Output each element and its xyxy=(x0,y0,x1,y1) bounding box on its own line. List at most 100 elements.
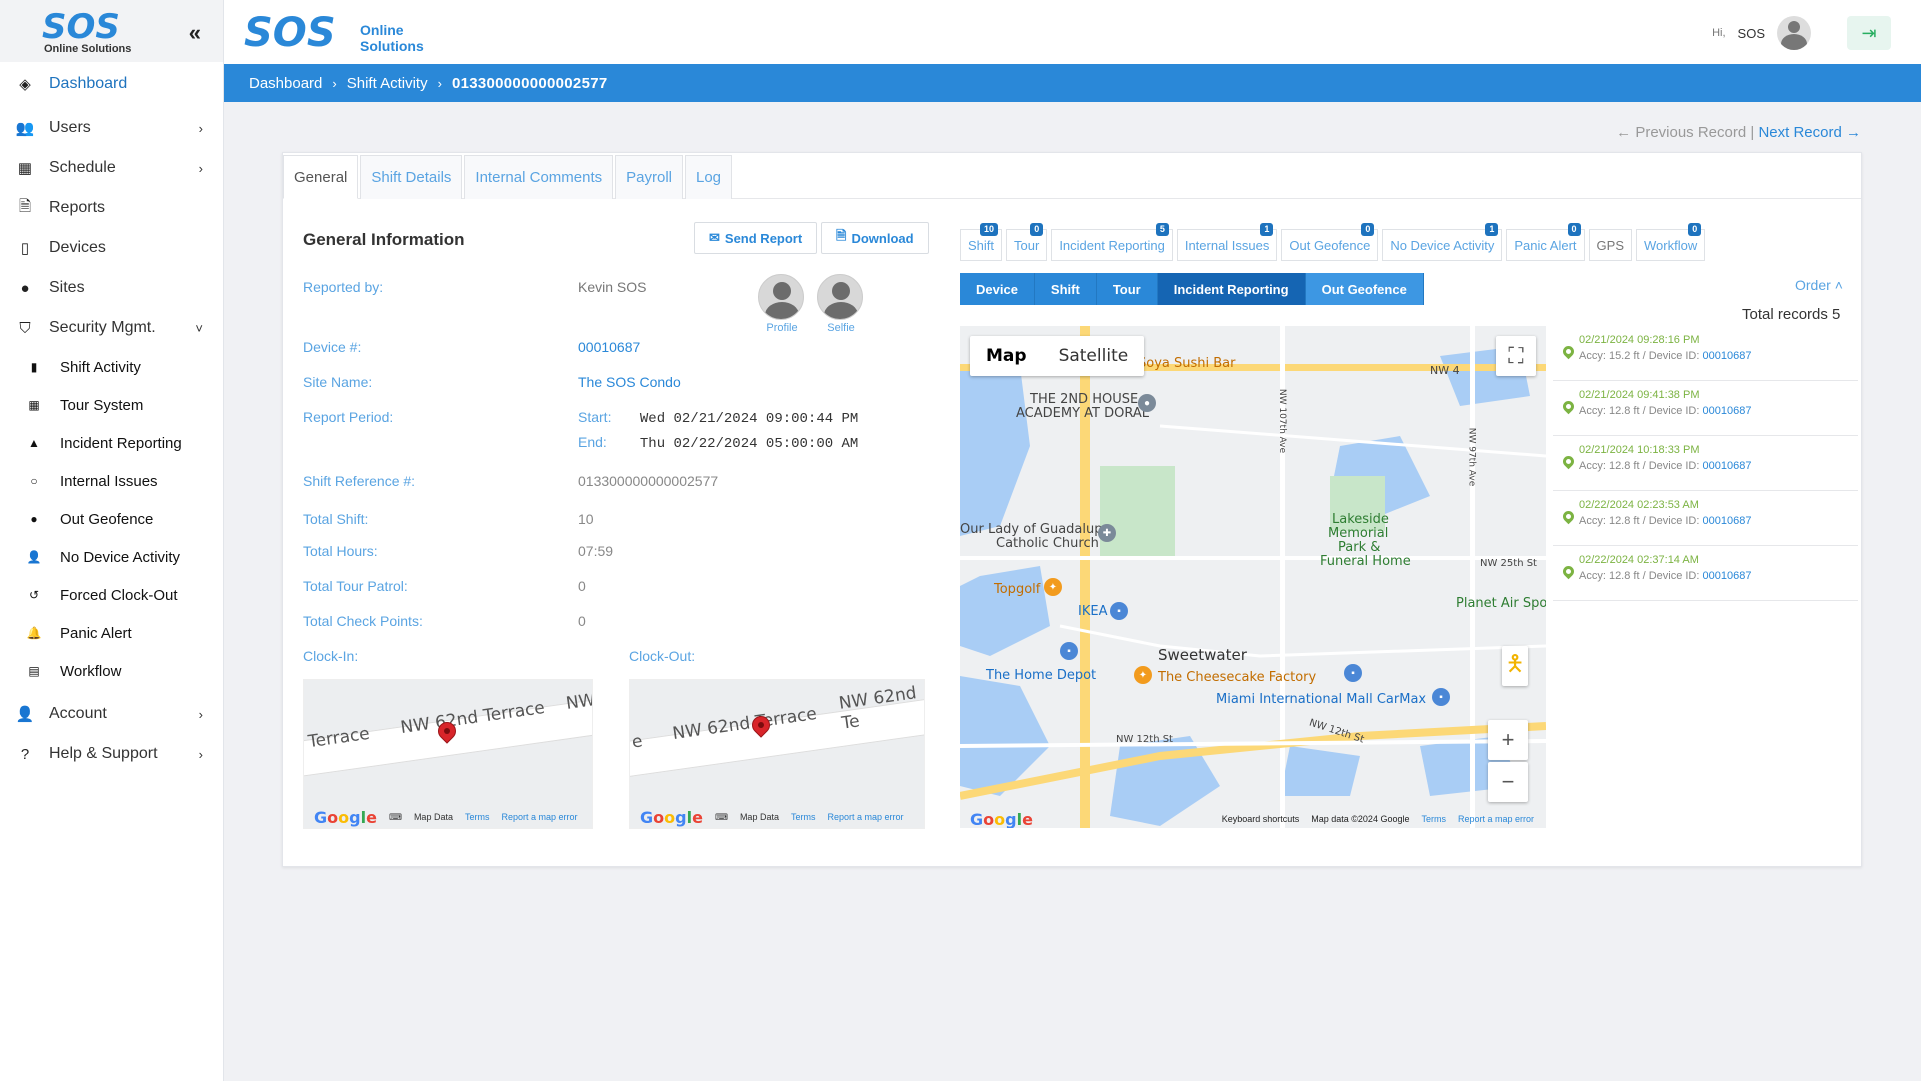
clock-out-map[interactable]: e NW 62nd Terrace NW 62nd Te Google ⌨ Ma… xyxy=(629,679,925,829)
record-accuracy: Accy: 12.8 ft / Device ID: xyxy=(1579,460,1700,472)
incident-map[interactable]: Map Satellite ⛶ 🯅 + − Soya Sushi Bar NW … xyxy=(960,326,1546,828)
logout-button[interactable]: ⇥ xyxy=(1847,16,1891,50)
filter-workflow[interactable]: Workflow 0 xyxy=(1636,223,1706,261)
device-value[interactable]: 00010687 xyxy=(578,339,640,355)
record-device-link[interactable]: 00010687 xyxy=(1703,405,1752,417)
tab-payroll[interactable]: Payroll xyxy=(615,155,683,199)
list-item[interactable]: 02/21/2024 10:18:33 PM Accy: 12.8 ft / D… xyxy=(1553,436,1858,491)
sidebar-item-dashboard[interactable]: ◈ Dashboard xyxy=(0,64,223,104)
sidebar-item-sites[interactable]: ● Sites xyxy=(0,268,223,308)
clock-in-map[interactable]: Terrace NW 62nd Terrace NW Google ⌨ Map … xyxy=(303,679,593,829)
sidebar-subitem-internal-issues[interactable]: ○ Internal Issues xyxy=(0,462,223,500)
arrow-right-icon[interactable]: → xyxy=(1846,124,1861,141)
record-device-link[interactable]: 00010687 xyxy=(1703,460,1752,472)
fullscreen-button[interactable]: ⛶ xyxy=(1496,336,1536,376)
filter-incident-reporting[interactable]: Incident Reporting 5 xyxy=(1051,223,1173,261)
selfie-photo[interactable]: Selfie xyxy=(817,274,865,334)
map-poi-icon: ▪ xyxy=(1110,602,1128,620)
filter-internal-issues[interactable]: Internal Issues 1 xyxy=(1176,223,1278,261)
terms-link[interactable]: Terms xyxy=(465,812,490,822)
report-map-error-link[interactable]: Report a map error xyxy=(1458,814,1546,824)
filter-gps[interactable]: GPS xyxy=(1588,229,1632,261)
breadcrumb-dashboard[interactable]: Dashboard xyxy=(249,75,322,92)
tab-shift-details[interactable]: Shift Details xyxy=(360,155,463,199)
svg-text:SOS: SOS xyxy=(244,10,336,54)
end-label: End: xyxy=(578,434,607,450)
sidebar-subitem-tour-system[interactable]: ▦ Tour System xyxy=(0,386,223,424)
sidebar-subitem-out-geofence[interactable]: ● Out Geofence xyxy=(0,500,223,538)
breadcrumb-current: 013300000000002577 xyxy=(451,74,608,92)
map-type-map-button[interactable]: Map xyxy=(970,336,1043,376)
sidebar-item-schedule[interactable]: ▦ Schedule › xyxy=(0,148,223,188)
sidebar-subitem-panic-alert[interactable]: 🔔 Panic Alert xyxy=(0,614,223,652)
sidebar-item-security-mgmt[interactable]: ⛉ Security Mgmt. ˅ xyxy=(0,308,223,348)
zoom-out-button[interactable]: − xyxy=(1488,762,1528,802)
report-map-error-link[interactable]: Report a map error xyxy=(827,812,903,822)
sidebar-item-users[interactable]: 👥 Users › xyxy=(0,108,223,148)
svg-text:Online: Online xyxy=(360,22,404,38)
sidebar-item-help-support[interactable]: ? Help & Support › xyxy=(0,734,223,774)
header-logo[interactable]: SOS Online Solutions xyxy=(244,10,444,54)
profile-photo[interactable]: Profile xyxy=(758,274,806,334)
list-item[interactable]: 02/22/2024 02:23:53 AM Accy: 12.8 ft / D… xyxy=(1553,491,1858,546)
record-device-link[interactable]: 00010687 xyxy=(1703,350,1752,362)
keyboard-shortcuts-link[interactable]: Keyboard shortcuts xyxy=(1222,814,1300,824)
bell-icon: 🔔 xyxy=(26,626,42,640)
sidebar-item-label: Help & Support xyxy=(49,745,158,762)
map-label: Memorial xyxy=(1328,526,1389,541)
layer-device[interactable]: Device xyxy=(960,273,1035,305)
order-sort-toggle[interactable]: Order ˄ xyxy=(1795,277,1843,293)
sidebar-subitem-label: Out Geofence xyxy=(60,510,154,528)
collapse-sidebar-button[interactable]: « xyxy=(189,20,201,46)
zoom-in-button[interactable]: + xyxy=(1488,720,1528,760)
download-button[interactable]: 🗎 Download xyxy=(821,222,929,254)
sidebar-item-account[interactable]: 👤 Account › xyxy=(0,694,223,734)
list-item[interactable]: 02/21/2024 09:41:38 PM Accy: 12.8 ft / D… xyxy=(1553,381,1858,436)
record-date: 02/22/2024 02:23:53 AM xyxy=(1579,499,1699,511)
terms-link[interactable]: Terms xyxy=(791,812,816,822)
comment-icon: ○ xyxy=(30,474,38,488)
record-device-link[interactable]: 00010687 xyxy=(1703,570,1752,582)
chevron-right-icon: › xyxy=(198,120,203,136)
previous-record-link[interactable]: Previous Record xyxy=(1635,124,1746,141)
tab-general[interactable]: General xyxy=(283,155,359,199)
sidebar-subitem-no-device-activity[interactable]: 👤 No Device Activity xyxy=(0,538,223,576)
record-accuracy: Accy: 12.8 ft / Device ID: xyxy=(1579,405,1700,417)
tab-internal-comments[interactable]: Internal Comments xyxy=(464,155,614,199)
next-record-link[interactable]: Next Record xyxy=(1758,124,1841,141)
layer-incident-reporting[interactable]: Incident Reporting xyxy=(1157,273,1306,305)
svg-text:Online Solutions: Online Solutions xyxy=(44,43,131,54)
breadcrumb-shift-activity[interactable]: Shift Activity xyxy=(347,75,428,92)
layer-tour[interactable]: Tour xyxy=(1096,273,1158,305)
terms-link[interactable]: Terms xyxy=(1421,814,1446,824)
sidebar-subitem-forced-clock-out[interactable]: ↺ Forced Clock-Out xyxy=(0,576,223,614)
report-map-error-link[interactable]: Report a map error xyxy=(501,812,577,822)
tab-log[interactable]: Log xyxy=(685,155,733,199)
sidebar-item-reports[interactable]: 🗎 Reports xyxy=(0,188,223,228)
filter-shift[interactable]: Shift 10 xyxy=(960,223,1003,261)
layer-out-geofence[interactable]: Out Geofence xyxy=(1305,273,1424,305)
location-pin-icon xyxy=(1560,398,1577,415)
layer-shift[interactable]: Shift xyxy=(1034,273,1097,305)
history-icon: ↺ xyxy=(28,588,40,602)
map-footer: Google ⌨ Map Data Terms Report a map err… xyxy=(630,806,924,828)
record-device-link[interactable]: 00010687 xyxy=(1703,515,1752,527)
list-item[interactable]: 02/21/2024 09:28:16 PM Accy: 15.2 ft / D… xyxy=(1553,326,1858,381)
sidebar-subitem-workflow[interactable]: ▤ Workflow xyxy=(0,652,223,690)
sidebar-subitem-incident-reporting[interactable]: ▲ Incident Reporting xyxy=(0,424,223,462)
street-view-pegman[interactable]: 🯅 xyxy=(1502,646,1528,686)
filter-tour[interactable]: Tour 0 xyxy=(1006,223,1048,261)
map-label: Park & xyxy=(1338,540,1381,555)
filter-out-geofence[interactable]: Out Geofence 0 xyxy=(1281,223,1379,261)
sidebar-subitem-shift-activity[interactable]: ▮ Shift Activity xyxy=(0,348,223,386)
map-type-satellite-button[interactable]: Satellite xyxy=(1043,336,1145,376)
sidebar-item-devices[interactable]: ▯ Devices xyxy=(0,228,223,268)
send-report-button[interactable]: ✉ Send Report xyxy=(694,222,818,254)
record-date: 02/21/2024 09:28:16 PM xyxy=(1579,334,1700,346)
list-item[interactable]: 02/22/2024 02:37:14 AM Accy: 12.8 ft / D… xyxy=(1553,546,1858,601)
envelope-icon: ✉ xyxy=(709,230,720,245)
avatar[interactable] xyxy=(1777,16,1811,50)
filter-no-device-activity[interactable]: No Device Activity 1 xyxy=(1382,223,1503,261)
filter-panic-alert[interactable]: Panic Alert 0 xyxy=(1506,223,1585,261)
site-name-value[interactable]: The SOS Condo xyxy=(578,374,681,390)
